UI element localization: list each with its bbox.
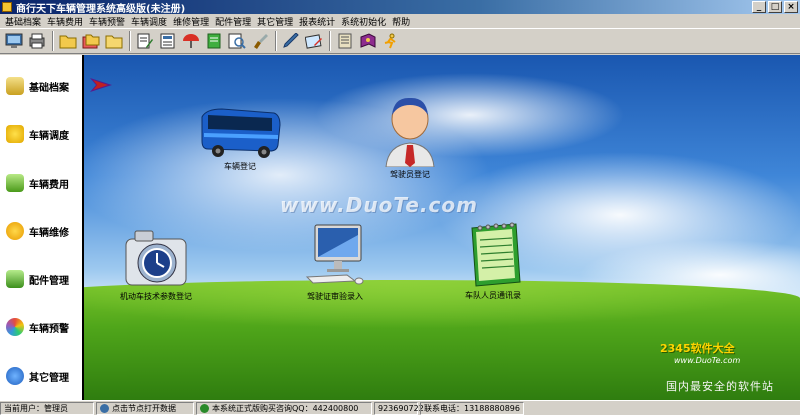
window-controls: _ □ × xyxy=(752,1,798,13)
fleet-contacts-shortcut[interactable]: 车队人员通讯录 xyxy=(462,222,524,301)
menu-basic-archive[interactable]: 基础档案 xyxy=(2,15,44,28)
runner-icon[interactable] xyxy=(380,30,402,52)
toolbar-separator xyxy=(329,31,331,51)
warning-icon xyxy=(6,318,24,336)
other-icon xyxy=(6,367,24,385)
menu-vehicle-cost[interactable]: 车辆费用 xyxy=(44,15,86,28)
green-book-icon[interactable] xyxy=(203,30,225,52)
vehicle-registration-shortcut[interactable]: 车辆登记 xyxy=(198,107,282,172)
brand-slogan: 国内最安全的软件站 xyxy=(666,380,774,393)
menu-vehicle-warning[interactable]: 车辆预警 xyxy=(86,15,128,28)
menu-help[interactable]: 帮助 xyxy=(389,15,413,28)
license-review-shortcut[interactable]: 驾驶证审验录入 xyxy=(303,223,367,302)
purchase-icon xyxy=(200,403,209,413)
camera-clock-icon xyxy=(125,230,187,286)
window-title: 商行天下车辆管理系统高级版(未注册) xyxy=(16,3,186,15)
archive-icon xyxy=(6,77,24,95)
toolbar-separator xyxy=(129,31,131,51)
status-purchase: 本系统正式版购买咨询QQ：442400800 xyxy=(196,401,372,415)
info-icon xyxy=(100,403,109,413)
parts-icon xyxy=(6,270,24,288)
nav-item-dispatch[interactable]: 车辆调度 xyxy=(6,123,69,145)
toolbar-separator xyxy=(275,31,277,51)
folder-open-icon[interactable] xyxy=(103,30,125,52)
menu-bar: 基础档案 车辆费用 车辆预警 车辆调度 维修管理 配件管理 其它管理 报表统计 … xyxy=(0,14,800,28)
folder-icon[interactable] xyxy=(57,30,79,52)
status-bar: 当前用户：管理员 点击节点打开数据 本系统正式版购买咨询QQ：442400800… xyxy=(0,400,800,415)
bus-icon xyxy=(201,108,281,158)
computer-icon xyxy=(305,224,364,285)
status-phone: 联系电话：13188880896 xyxy=(420,401,524,415)
brand-logo: 2345软件大全 www.DuoTe.com xyxy=(660,340,740,365)
toolbar xyxy=(0,28,800,54)
driver-registration-shortcut[interactable]: 驾驶员登记 xyxy=(382,95,438,180)
menu-vehicle-dispatch[interactable]: 车辆调度 xyxy=(128,15,170,28)
main-desktop: 基础档案 车辆调度 车辆费用 车辆维修 配件管理 车辆预警 其它管理 www.D… xyxy=(0,55,800,400)
minimize-button[interactable]: _ xyxy=(752,1,766,13)
arrow-pointer-icon xyxy=(90,78,112,95)
nav-item-other[interactable]: 其它管理 xyxy=(6,365,69,387)
driver-avatar-icon xyxy=(385,97,435,167)
monitor-icon[interactable] xyxy=(3,30,25,52)
car-cost-icon xyxy=(6,174,24,192)
status-tip: 点击节点打开数据 xyxy=(96,401,194,415)
menu-reports[interactable]: 报表统计 xyxy=(296,15,338,28)
printer-icon[interactable] xyxy=(26,30,48,52)
menu-init[interactable]: 系统初始化 xyxy=(338,15,389,28)
brush-icon[interactable] xyxy=(249,30,271,52)
nav-item-parts[interactable]: 配件管理 xyxy=(6,268,69,290)
menu-parts[interactable]: 配件管理 xyxy=(212,15,254,28)
book-icon[interactable] xyxy=(357,30,379,52)
title-bar: 商行天下车辆管理系统高级版(未注册) _ □ × xyxy=(0,0,800,15)
menu-other[interactable]: 其它管理 xyxy=(254,15,296,28)
search-document-icon[interactable] xyxy=(226,30,248,52)
toolbar-separator xyxy=(52,31,54,51)
left-navigation: 基础档案 车辆调度 车辆费用 车辆维修 配件管理 车辆预警 其它管理 xyxy=(0,55,84,400)
document-list-icon[interactable] xyxy=(157,30,179,52)
brand-name: 2345软件大全 xyxy=(660,342,735,355)
umbrella-icon[interactable] xyxy=(180,30,202,52)
nav-item-warning[interactable]: 车辆预警 xyxy=(6,316,69,338)
brand-url: www.DuoTe.com xyxy=(674,356,741,365)
document-pencil-icon[interactable] xyxy=(303,30,325,52)
nav-item-vehicle-cost[interactable]: 车辆费用 xyxy=(6,172,69,194)
dispatch-icon xyxy=(6,125,24,143)
notebook-icon[interactable] xyxy=(334,30,356,52)
status-qq: 923690722 xyxy=(374,401,424,415)
menu-repair[interactable]: 维修管理 xyxy=(170,15,212,28)
nav-item-repair[interactable]: 车辆维修 xyxy=(6,220,69,242)
watermark-text: www.DuoTe.com xyxy=(280,193,478,217)
nav-item-basic-archive[interactable]: 基础档案 xyxy=(6,75,69,97)
folders-icon[interactable] xyxy=(80,30,102,52)
close-button[interactable]: × xyxy=(784,1,798,13)
pen-icon[interactable] xyxy=(280,30,302,52)
maximize-button[interactable]: □ xyxy=(768,1,782,13)
status-user: 当前用户：管理员 xyxy=(0,401,94,415)
repair-icon xyxy=(6,222,24,240)
tech-params-shortcut[interactable]: 机动车技术参数登记 xyxy=(120,225,192,302)
document-edit-icon[interactable] xyxy=(134,30,156,52)
notepad-icon xyxy=(471,222,521,287)
app-icon xyxy=(2,2,12,12)
